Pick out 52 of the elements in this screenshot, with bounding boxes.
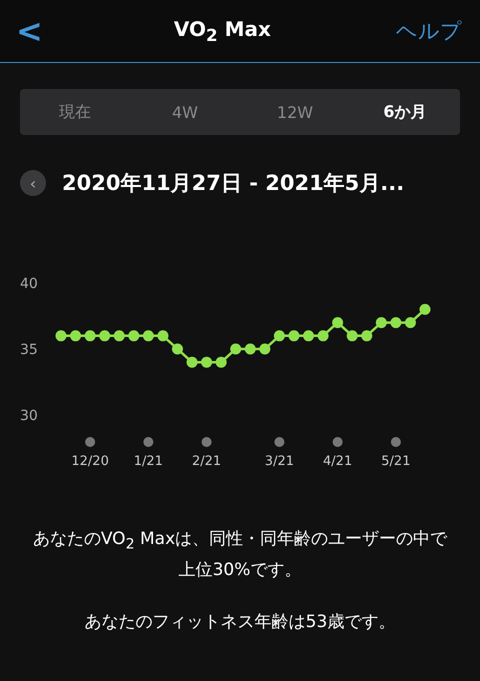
period-tab[interactable]: 現在 [20, 89, 130, 135]
month-marker [85, 437, 96, 447]
x-axis-label: 5/21 [381, 454, 410, 469]
month-marker [143, 437, 154, 447]
month-marker [202, 437, 212, 447]
data-point [172, 344, 183, 354]
data-point [230, 344, 242, 354]
date-range: 2020年11月27日 - 2021年5月... [62, 170, 404, 197]
period-tab[interactable]: 12W [240, 89, 350, 135]
data-point [274, 330, 285, 342]
data-point [404, 317, 416, 328]
data-point [318, 330, 329, 342]
data-point [186, 356, 198, 368]
data-point [361, 330, 372, 342]
period-tab[interactable]: 4W [130, 89, 240, 135]
help-link[interactable]: ヘルプ [396, 17, 462, 45]
back-button[interactable]: < [10, 12, 49, 50]
summary-text: あなたのフィットネス年齢は53歳です。 [84, 611, 396, 634]
data-point [259, 344, 270, 354]
data-point [157, 330, 168, 342]
data-point [346, 330, 358, 342]
month-marker [390, 437, 401, 447]
previous-button[interactable]: ‹ [20, 170, 46, 196]
y-axis-label: 30 [20, 408, 38, 424]
x-axis-label: 3/21 [264, 454, 294, 469]
data-point [70, 330, 82, 342]
period-tab[interactable]: 6か月 [350, 89, 460, 135]
data-point [332, 317, 344, 328]
data-point [216, 356, 227, 368]
x-axis-label: 12/20 [71, 454, 109, 469]
x-axis-label: 4/21 [323, 454, 352, 469]
data-point [114, 330, 125, 342]
data-point [390, 317, 402, 328]
month-marker [274, 437, 284, 447]
page-title: VO$_{2}$ Max [174, 17, 271, 45]
x-axis-label: 2/21 [192, 454, 222, 469]
data-point [128, 330, 140, 342]
data-point [244, 344, 256, 354]
data-point [84, 330, 96, 342]
data-point [420, 304, 430, 315]
data-point [99, 330, 110, 342]
month-marker [332, 437, 343, 447]
data-point [376, 317, 387, 328]
y-axis-label: 35 [20, 342, 38, 358]
y-axis-label: 40 [20, 276, 38, 292]
data-point [142, 330, 154, 342]
data-point [201, 356, 212, 368]
data-point [288, 330, 300, 342]
x-axis-label: 1/21 [134, 454, 163, 469]
summary-text: あなたのVO$_{2}$ Maxは、同性・同年齢のユーザーの中で上位30%です。 [32, 528, 448, 582]
data-point [56, 330, 66, 342]
data-point [303, 330, 314, 342]
